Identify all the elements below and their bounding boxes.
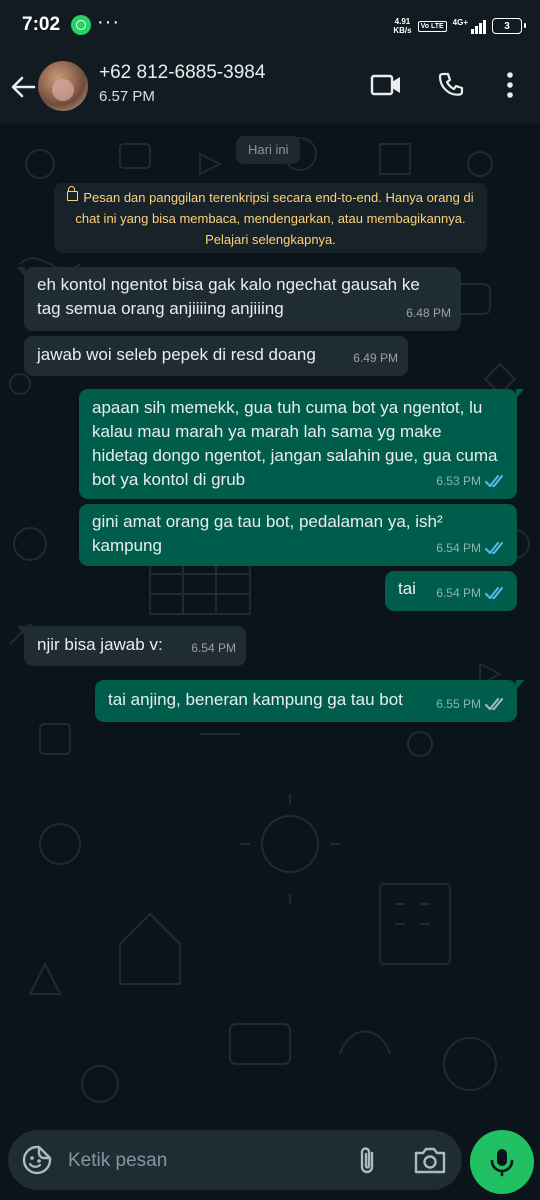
message-time: 6.54 PM: [436, 541, 481, 555]
chat-header: +62 812-6885-3984 6.57 PM: [0, 52, 540, 124]
message-bubble-outgoing[interactable]: tai 6.54 PM: [385, 571, 517, 611]
message-time: 6.49 PM: [353, 351, 398, 365]
message-text: tai anjing, beneran kampung ga tau bot: [108, 690, 403, 709]
message-meta: 6.54 PM: [436, 581, 507, 605]
emoji-sticker-icon[interactable]: [21, 1144, 53, 1176]
camera-icon[interactable]: [412, 1144, 448, 1176]
message-time: 6.54 PM: [191, 641, 236, 655]
double-check-icon: [485, 475, 503, 487]
message-bubble-outgoing[interactable]: apaan sih memekk, gua tuh cuma bot ya ng…: [79, 389, 524, 499]
status-indicators: 4.91 KB/s Vo LTE 4G+ 3: [393, 13, 526, 39]
contact-name[interactable]: +62 812-6885-3984: [99, 62, 265, 84]
message-meta: 6.55 PM: [436, 692, 507, 716]
encryption-notice[interactable]: Pesan dan panggilan terenkripsi secara e…: [54, 183, 487, 253]
mic-icon: [490, 1149, 514, 1177]
status-bar: 7:02 ··· 4.91 KB/s Vo LTE 4G+ 3: [0, 0, 540, 52]
message-bubble-incoming[interactable]: eh kontol ngentot bisa gak kalo ngechat …: [17, 267, 461, 331]
message-time: 6.53 PM: [436, 474, 481, 488]
paperclip-icon[interactable]: [352, 1144, 384, 1176]
chat-area[interactable]: Hari ini Pesan dan panggilan terenkripsi…: [0, 124, 540, 1124]
contact-last-seen: 6.57 PM: [99, 88, 155, 105]
message-time: 6.54 PM: [436, 586, 481, 600]
message-bubble-outgoing[interactable]: gini amat orang ga tau bot, pedalaman ya…: [79, 504, 517, 566]
message-text: njir bisa jawab v:: [37, 635, 163, 654]
signal-icon: 4G+: [453, 18, 486, 34]
message-input-bar: [0, 1124, 540, 1200]
double-check-icon: [485, 542, 503, 554]
network-speed-value: 4.91: [394, 17, 411, 26]
message-input[interactable]: [66, 1142, 340, 1180]
avatar[interactable]: [38, 61, 88, 111]
message-time: 6.48 PM: [406, 306, 451, 320]
message-bubble-incoming[interactable]: njir bisa jawab v: 6.54 PM: [17, 626, 246, 666]
battery-icon: 3: [492, 18, 526, 34]
phone-icon[interactable]: [434, 68, 468, 102]
more-vert-icon[interactable]: [493, 68, 527, 102]
more-notifications-icon: ···: [97, 11, 120, 33]
message-text-line2: kampung: [92, 536, 162, 555]
mic-button[interactable]: [470, 1130, 534, 1194]
network-speed: 4.91 KB/s: [393, 17, 411, 35]
double-check-icon: [485, 698, 503, 710]
message-meta: 6.54 PM: [436, 536, 507, 560]
message-time: 6.55 PM: [436, 697, 481, 711]
network-speed-unit: KB/s: [393, 26, 412, 35]
message-meta: 6.53 PM: [436, 469, 507, 493]
lock-icon: [67, 186, 79, 201]
video-call-icon[interactable]: [369, 68, 403, 102]
message-input-container: [8, 1130, 462, 1190]
network-type: 4G+: [452, 18, 468, 27]
whatsapp-icon: [71, 15, 91, 35]
message-text: tai: [398, 579, 416, 598]
back-arrow-icon[interactable]: [8, 72, 38, 102]
message-text: jawab woi seleb pepek di resd doang: [37, 345, 316, 364]
status-time: 7:02: [22, 14, 61, 35]
date-chip: Hari ini: [236, 136, 301, 164]
message-bubble-outgoing[interactable]: tai anjing, beneran kampung ga tau bot 6…: [95, 680, 524, 722]
message-bubble-incoming[interactable]: jawab woi seleb pepek di resd doang 6.49…: [24, 336, 408, 376]
message-text: gini amat orang ga tau bot, pedalaman ya…: [92, 512, 443, 531]
double-check-icon: [485, 587, 503, 599]
volte-badge: Vo LTE: [417, 20, 447, 32]
message-text: eh kontol ngentot bisa gak kalo ngechat …: [37, 275, 420, 318]
encryption-notice-text: Pesan dan panggilan terenkripsi secara e…: [75, 190, 474, 247]
